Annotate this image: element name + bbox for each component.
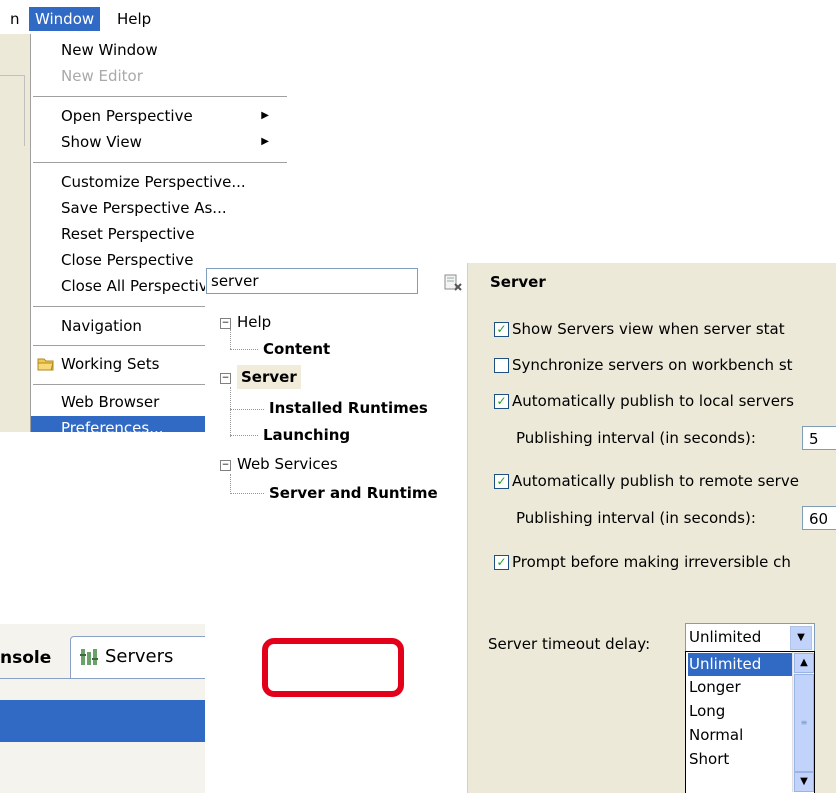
tree-line [230, 409, 264, 410]
tab-console[interactable]: nsole [0, 640, 78, 678]
tree-line [230, 435, 258, 436]
tree-collapse-toggle[interactable]: − [220, 460, 231, 471]
tab-divider [0, 678, 210, 679]
dropdown-option-long[interactable]: Long [688, 700, 793, 723]
tree-item-content[interactable]: Content [263, 337, 330, 361]
tree-item-server[interactable]: Server [237, 365, 301, 389]
servers-icon [80, 649, 98, 665]
servers-tab-screenshot: nsole Servers [0, 624, 210, 793]
menu-item-save-perspective-as[interactable]: Save Perspective As... [31, 196, 288, 220]
tree-item-installed-runtimes[interactable]: Installed Runtimes [269, 396, 428, 420]
scrollbar-thumb[interactable]: ≡ [794, 674, 814, 772]
submenu-arrow-icon: ▶ [261, 110, 269, 121]
scroll-down-icon[interactable]: ▼ [794, 772, 814, 792]
tab-servers[interactable]: Servers [70, 636, 210, 679]
page-title: Server [490, 273, 546, 291]
menubar-item-help[interactable]: Help [111, 7, 157, 31]
tree-collapse-toggle[interactable]: − [220, 318, 231, 329]
chevron-down-icon[interactable]: ▼ [790, 626, 812, 650]
tree-item-server-and-runtime[interactable]: Server and Runtime [269, 481, 438, 505]
menu-item-customize-perspective[interactable]: Customize Perspective... [31, 170, 288, 194]
checkbox-checked[interactable]: ✓ [494, 555, 509, 570]
server-timeout-dropdown-list: Unlimited Longer Long Normal Short ▲ ≡ ▼ [685, 651, 815, 793]
tree-line [230, 493, 264, 494]
submenu-arrow-icon: ▶ [261, 136, 269, 147]
local-publish-interval-row: Publishing interval (in seconds): 5 [516, 425, 836, 451]
dropdown-option-normal[interactable]: Normal [688, 724, 793, 747]
filter-input[interactable] [206, 268, 418, 294]
tree-line [230, 349, 258, 350]
tree-line [230, 474, 231, 494]
checkbox-checked[interactable]: ✓ [494, 394, 509, 409]
server-settings-pane: Server ✓ Show Servers view when server s… [468, 263, 836, 793]
checkbox-checked[interactable]: ✓ [494, 474, 509, 489]
menu-item-new-editor: New Editor [61, 67, 143, 85]
dropdown-option-short[interactable]: Short [688, 748, 793, 771]
menubar-item-window[interactable]: Window [29, 7, 101, 31]
tree-item-launching[interactable]: Launching [263, 423, 350, 447]
local-interval-input[interactable]: 5 [802, 426, 836, 450]
preferences-dialog-screenshot: − Help Content − Server Installed Runtim… [205, 263, 836, 793]
server-timeout-value: Unlimited [689, 628, 762, 646]
tab-servers-label: Servers [105, 646, 174, 667]
dropdown-scrollbar[interactable]: ▲ ≡ ▼ [792, 652, 814, 792]
tree-line [230, 329, 231, 349]
menubar-item-partial[interactable]: n [0, 7, 32, 31]
local-interval-label: Publishing interval (in seconds): [516, 429, 756, 447]
clear-filter-icon[interactable] [443, 274, 463, 292]
annotation-highlight [262, 638, 404, 697]
view-titlebar [0, 700, 210, 742]
tree-line [230, 387, 231, 437]
preferences-tree-pane: − Help Content − Server Installed Runtim… [205, 263, 468, 793]
checkbox-checked[interactable]: ✓ [494, 322, 509, 337]
tree-collapse-toggle[interactable]: − [220, 373, 231, 384]
menu-separator [33, 96, 287, 97]
checkbox-unchecked[interactable] [494, 358, 509, 373]
menu-item-open-perspective[interactable]: Open Perspective ▶ [31, 104, 288, 128]
folder-icon [37, 358, 54, 371]
tree-item-web-services[interactable]: Web Services [237, 452, 338, 476]
dropdown-option-unlimited[interactable]: Unlimited [688, 653, 793, 676]
background-editor-tab [0, 75, 25, 146]
server-timeout-label: Server timeout delay: [488, 635, 651, 653]
menubar: n Window Help [0, 0, 288, 34]
remote-publish-interval-row: Publishing interval (in seconds): 60 [516, 505, 836, 531]
menu-item-reset-perspective[interactable]: Reset Perspective [31, 222, 288, 246]
menu-item-show-view[interactable]: Show View ▶ [31, 130, 288, 154]
server-timeout-combo[interactable]: Unlimited ▼ [685, 623, 815, 653]
menu-separator [33, 162, 287, 163]
remote-interval-input[interactable]: 60 [802, 506, 836, 530]
remote-interval-label: Publishing interval (in seconds): [516, 509, 756, 527]
tree-item-help[interactable]: Help [237, 310, 271, 334]
menu-item-new-window[interactable]: New Window [31, 38, 288, 62]
scroll-up-icon[interactable]: ▲ [794, 653, 814, 673]
dropdown-option-longer[interactable]: Longer [688, 676, 793, 699]
